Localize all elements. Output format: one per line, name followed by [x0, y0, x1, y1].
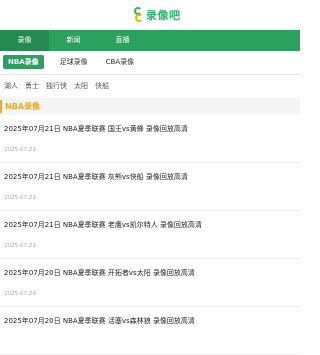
item-title-link[interactable]: 2025年07月20日 NBA夏季联赛 活塞vs森林狼 录像回放高清	[4, 316, 195, 326]
tab-cba[interactable]: CBA录像	[100, 55, 140, 69]
category-tabs: NBA录像 足球录像 CBA录像	[3, 54, 146, 70]
site-header: 录像吧	[0, 0, 300, 30]
section-header: NBA录像	[0, 98, 300, 115]
nav-item-news[interactable]: 新闻	[49, 30, 98, 51]
team-link[interactable]: 勇士	[25, 81, 39, 91]
logo-icon	[134, 7, 144, 23]
main-nav: 录像 新闻 直播	[0, 30, 300, 51]
section-title: NBA录像	[5, 102, 40, 111]
item-title-link[interactable]: 2025年07月21日 NBA夏季联赛 老鹰vs凯尔特人 录像回放高清	[4, 220, 202, 230]
item-date: 2025-07-21	[4, 147, 36, 153]
team-link[interactable]: 湖人	[4, 81, 18, 91]
replay-list: 2025年07月21日 NBA夏季联赛 国王vs黄蜂 录像回放高清 2025-0…	[0, 115, 300, 355]
item-date: 2025-07-20	[4, 291, 36, 297]
tab-nba[interactable]: NBA录像	[3, 55, 44, 69]
divider	[0, 74, 300, 75]
site-logo[interactable]: 录像吧	[134, 5, 181, 25]
list-item[interactable]: 2025年07月21日 NBA夏季联赛 灰熊vs快船 录像回放高清 2025-0…	[0, 163, 300, 211]
section-accent-bar	[0, 100, 2, 113]
item-title-link[interactable]: 2025年07月21日 NBA夏季联赛 国王vs黄蜂 录像回放高清	[4, 124, 188, 134]
item-date: 2025-07-21	[4, 243, 36, 249]
team-link[interactable]: 独行侠	[46, 81, 67, 91]
list-item[interactable]: 2025年07月21日 NBA夏季联赛 国王vs黄蜂 录像回放高清 2025-0…	[0, 115, 300, 163]
item-title-link[interactable]: 2025年07月20日 NBA夏季联赛 开拓者vs太阳 录像回放高清	[4, 268, 195, 278]
item-date: 2025-07-21	[4, 195, 36, 201]
team-filter: 湖人 勇士 独行侠 太阳 快船	[4, 81, 116, 91]
logo-text: 录像吧	[146, 9, 181, 22]
nav-item-replay[interactable]: 录像	[0, 30, 49, 51]
nav-item-live[interactable]: 直播	[98, 30, 147, 51]
tab-football[interactable]: 足球录像	[54, 55, 94, 69]
list-item[interactable]: 2025年07月20日 NBA夏季联赛 活塞vs森林狼 录像回放高清	[0, 307, 300, 355]
team-link[interactable]: 快船	[95, 81, 109, 91]
team-link[interactable]: 太阳	[74, 81, 88, 91]
list-item[interactable]: 2025年07月21日 NBA夏季联赛 老鹰vs凯尔特人 录像回放高清 2025…	[0, 211, 300, 259]
item-title-link[interactable]: 2025年07月21日 NBA夏季联赛 灰熊vs快船 录像回放高清	[4, 172, 188, 182]
